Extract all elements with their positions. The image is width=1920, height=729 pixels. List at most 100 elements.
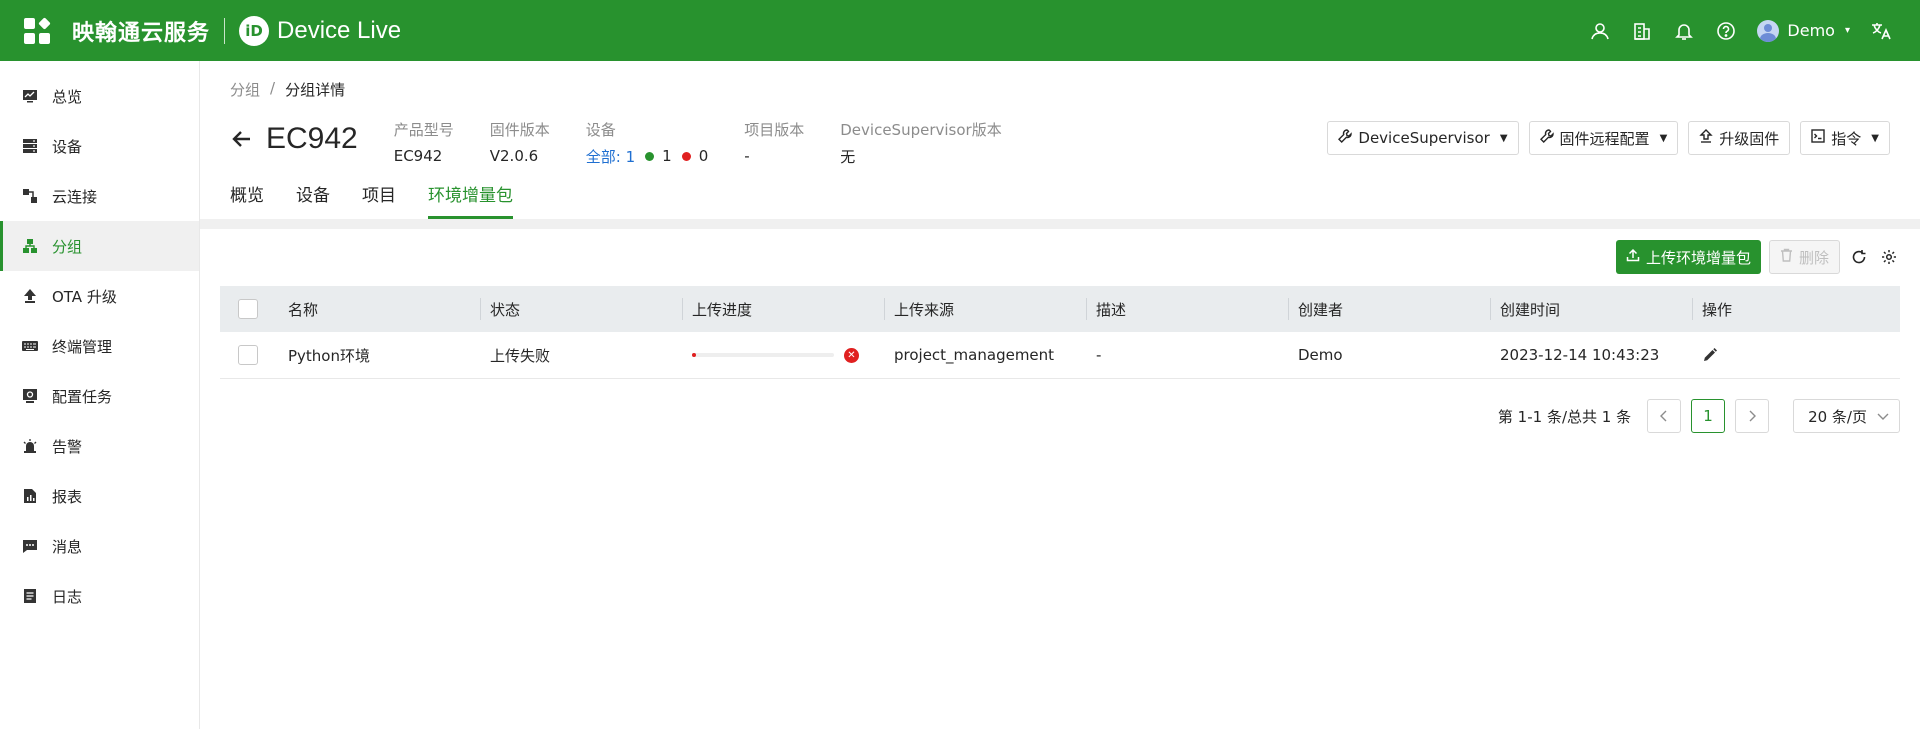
device-live-logo-icon: iD xyxy=(239,15,270,46)
cell-source: project_management xyxy=(894,346,1055,364)
sidebar-item-report[interactable]: 报表 xyxy=(0,471,199,521)
product-name: Device Live xyxy=(277,16,402,44)
breadcrumb-parent[interactable]: 分组 xyxy=(230,79,260,100)
cloud-connect-icon xyxy=(22,188,38,204)
sidebar-item-alarm[interactable]: 告警 xyxy=(0,421,199,471)
sidebar-item-devices[interactable]: 设备 xyxy=(0,121,199,171)
sidebar-item-terminal[interactable]: 终端管理 xyxy=(0,321,199,371)
page-size-select[interactable]: 20 条/页 xyxy=(1793,399,1900,433)
avatar xyxy=(1757,19,1780,42)
tab-overview[interactable]: 概览 xyxy=(230,181,264,219)
dashboard-icon xyxy=(22,88,38,104)
button-label: 指令 xyxy=(1831,129,1862,148)
button-label: 上传环境增量包 xyxy=(1645,249,1751,267)
meta-product-model: 产品型号 EC942 xyxy=(394,119,454,167)
sidebar-item-message[interactable]: 消息 xyxy=(0,521,199,571)
back-arrow-icon[interactable] xyxy=(230,127,254,151)
log-icon xyxy=(22,588,38,604)
tab-projects[interactable]: 项目 xyxy=(362,181,396,219)
main-content: 分组 / 分组详情 EC942 产品型号 EC942 固件版本 V2.0.6 设… xyxy=(200,61,1920,729)
user-icon[interactable] xyxy=(1589,20,1611,42)
command-button[interactable]: 指令 ▼ xyxy=(1800,121,1890,155)
meta-value: - xyxy=(744,147,750,165)
sidebar-item-label: 云连接 xyxy=(52,187,98,206)
sidebar-item-config-task[interactable]: 配置任务 xyxy=(0,371,199,421)
sidebar-item-cloud-connect[interactable]: 云连接 xyxy=(0,171,199,221)
column-header: 状态 xyxy=(480,286,682,332)
tab-devices[interactable]: 设备 xyxy=(296,181,330,219)
prev-page-button[interactable] xyxy=(1647,399,1682,433)
select-all-checkbox[interactable] xyxy=(238,299,258,319)
sidebar-item-label: 告警 xyxy=(52,437,83,456)
firmware-remote-config-button[interactable]: 固件远程配置 ▼ xyxy=(1528,121,1679,155)
meta-label: 固件版本 xyxy=(489,121,550,139)
trash-icon xyxy=(1780,248,1793,266)
user-menu[interactable]: Demo ▾ xyxy=(1757,19,1850,42)
device-icon xyxy=(22,138,38,154)
meta-value: 无 xyxy=(840,147,856,166)
help-icon[interactable] xyxy=(1715,20,1737,42)
sidebar-item-label: 消息 xyxy=(52,537,83,556)
cell-created-at: 2023-12-14 10:43:23 xyxy=(1500,346,1660,364)
button-label: 删除 xyxy=(1798,249,1829,267)
column-header: 上传进度 xyxy=(682,286,884,332)
column-header: 操作 xyxy=(1692,286,1900,332)
upload-env-package-button[interactable]: 上传环境增量包 xyxy=(1615,240,1761,274)
sidebar-item-label: OTA 升级 xyxy=(52,287,117,306)
cell-creator: Demo xyxy=(1298,346,1343,364)
page-size-value: 20 条/页 xyxy=(1808,407,1867,426)
header-actions: DeviceSupervisor ▼ 固件远程配置 ▼ 升级固件 指令 ▼ xyxy=(1327,121,1890,155)
sidebar-item-label: 总览 xyxy=(52,87,83,106)
caret-down-icon: ▾ xyxy=(1844,25,1850,36)
sidebar-item-groups[interactable]: 分组 xyxy=(0,221,199,271)
config-task-icon xyxy=(22,388,38,404)
edit-pencil-icon[interactable] xyxy=(1702,347,1718,363)
meta-label: 产品型号 xyxy=(393,121,454,139)
upload-progress-fill xyxy=(692,353,697,357)
header-checkbox-cell xyxy=(220,286,278,332)
meta-label: 设备 xyxy=(585,121,616,139)
terminal-icon xyxy=(1811,129,1825,147)
sidebar-item-label: 设备 xyxy=(52,137,83,156)
top-bar: 映翰通云服务 iD Device Live Demo ▾ xyxy=(0,0,1920,61)
bell-icon[interactable] xyxy=(1673,20,1695,42)
column-header: 上传来源 xyxy=(884,286,1086,332)
device-supervisor-button[interactable]: DeviceSupervisor ▼ xyxy=(1327,121,1519,155)
sidebar-item-log[interactable]: 日志 xyxy=(0,571,199,621)
apps-grid-icon[interactable] xyxy=(24,16,51,44)
device-all-count[interactable]: 全部: 1 xyxy=(586,146,635,167)
row-checkbox-cell xyxy=(220,332,278,378)
wrench-icon xyxy=(1539,129,1554,147)
report-icon xyxy=(22,488,38,504)
row-checkbox[interactable] xyxy=(238,345,258,365)
column-header: 名称 xyxy=(288,300,319,319)
tab-env-packages[interactable]: 环境增量包 xyxy=(428,181,513,219)
online-status-dot xyxy=(645,151,655,161)
sidebar-item-overview[interactable]: 总览 xyxy=(0,71,199,121)
refresh-icon[interactable] xyxy=(1848,246,1870,268)
group-icon xyxy=(22,238,38,254)
sidebar-item-ota[interactable]: OTA 升级 xyxy=(0,271,199,321)
sidebar: 总览 设备 云连接 分组 OTA 升级 终端管理 配置任务 告警 报表 消息 日… xyxy=(0,61,200,729)
breadcrumb-current: 分组详情 xyxy=(285,81,346,99)
device-offline-count: 0 xyxy=(698,147,709,165)
brand-name: 映翰通云服务 xyxy=(72,20,211,46)
settings-gear-icon[interactable] xyxy=(1878,246,1900,268)
meta-ds-version: DeviceSupervisor版本 无 xyxy=(840,119,1001,167)
next-page-button[interactable] xyxy=(1735,399,1770,433)
offline-status-dot xyxy=(681,151,691,161)
meta-value: V2.0.6 xyxy=(489,147,539,165)
caret-down-icon: ▼ xyxy=(1871,132,1879,144)
meta-firmware-version: 固件版本 V2.0.6 xyxy=(490,119,550,167)
upgrade-firmware-button[interactable]: 升级固件 xyxy=(1688,121,1791,155)
delete-button[interactable]: 删除 xyxy=(1768,240,1840,274)
page-number-button[interactable]: 1 xyxy=(1691,399,1726,433)
page-header: EC942 产品型号 EC942 固件版本 V2.0.6 设备 全部: 1 1 … xyxy=(230,119,1002,167)
column-header: 创建时间 xyxy=(1490,286,1692,332)
meta-label: DeviceSupervisor版本 xyxy=(840,121,1002,139)
cell-progress: ✕ xyxy=(682,332,884,378)
translate-icon[interactable] xyxy=(1870,20,1892,42)
pagination-info: 第 1-1 条/总共 1 条 xyxy=(1497,407,1632,426)
building-icon[interactable] xyxy=(1631,20,1653,42)
device-online-count: 1 xyxy=(662,147,672,165)
